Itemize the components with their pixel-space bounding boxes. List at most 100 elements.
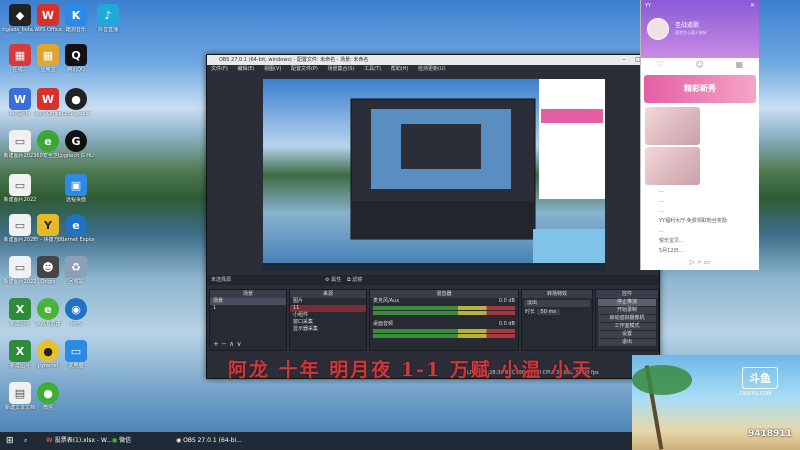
source-item[interactable]: 11 (290, 305, 366, 312)
window-title: OBS 27.0.1 (64-bit, windows) - 配置文件: 未命名… (219, 57, 369, 63)
list-item[interactable]: 悦乐宝贝... (641, 236, 759, 246)
search-icon[interactable]: ⌕ (24, 432, 27, 450)
search-icon[interactable]: ⌕ (697, 258, 701, 266)
avatar[interactable] (647, 18, 669, 40)
taskbar-item[interactable]: W 投票表(1).xlsx - W... (46, 432, 112, 450)
transition-select[interactable]: 淡出 (524, 300, 590, 307)
source-toolbar: 未选择源 ⚙ 属性 ⧉ 滤镜 (207, 275, 659, 285)
app-icon: ◆ (9, 4, 31, 26)
menu-tools[interactable]: 工具(T) (364, 66, 381, 72)
play-icon[interactable]: ▷ (690, 258, 695, 266)
remote-desktop-icon: ▣ (65, 174, 87, 196)
transitions-dock: 转场特效 淡出 时长 50 ms (521, 289, 593, 351)
grid-icon[interactable]: ▦ (736, 58, 744, 72)
game-icon: ● (37, 340, 59, 362)
excel-icon: X (9, 298, 31, 320)
file-icon: ▭ (9, 256, 31, 278)
stream-overlay-text: 阿龙 十年 明月夜 1-1 万赋 小温 小天 (228, 359, 594, 381)
windows-start-icon[interactable]: ⊞ (6, 432, 14, 450)
add-scene-icon[interactable]: + − ∧ ∨ (213, 340, 242, 348)
sources-dock: 来源 图片 11 小组件 窗口采集 显示器采集 (289, 289, 367, 351)
menu-edit[interactable]: 编辑(E) (237, 66, 254, 72)
user-status: 愿余生心愿人安好 (675, 30, 707, 35)
volume-meter (373, 306, 515, 310)
studio-mode-button[interactable]: 工作室模式 (598, 323, 656, 330)
user-icon[interactable]: ☺ (696, 58, 704, 72)
browser-icon: e (37, 298, 59, 320)
menu-help[interactable]: 帮助(H) (391, 66, 409, 72)
wps-icon: W (37, 4, 59, 26)
stop-streaming-button[interactable]: 停止推流 (598, 299, 656, 306)
minimize-icon[interactable]: – (617, 55, 631, 65)
source-item[interactable]: 图片 (290, 298, 366, 305)
desktop-icon[interactable]: ● OBS Studio (58, 88, 94, 117)
taskbar-item[interactable]: ◉ OBS 27.0.1 (64-bi... (176, 432, 242, 450)
scene-item[interactable]: 1 (210, 305, 286, 312)
menu-scene-collection[interactable]: 场景集合(S) (327, 66, 354, 72)
desktop-icon[interactable]: eInternet Explorer (58, 214, 94, 243)
audio-mixer-dock: 混音器 麦克风/Aux 0.0 dB 桌面音频 0.0 dB (369, 289, 519, 351)
origin-icon: ☻ (37, 256, 59, 278)
menu-file[interactable]: 文件(F) (211, 66, 228, 72)
taskbar-item[interactable]: ● 微信 (112, 432, 131, 450)
list-item[interactable]: ... (641, 196, 759, 206)
live-thumbnail[interactable] (645, 147, 700, 185)
mixer-channel-name: 麦克风/Aux 0.0 dB (373, 298, 515, 304)
list-item[interactable]: YY福利大厅-免费领取粉丝奖励 (641, 216, 759, 226)
desktop-icon[interactable]: ♪ 抖音直播 (90, 4, 126, 33)
list-item[interactable]: ... (641, 186, 759, 196)
source-item[interactable]: 小组件 (290, 312, 366, 319)
yy-label: YY (645, 3, 652, 9)
obs-window[interactable]: OBS 27.0.1 (64-bit, windows) - 配置文件: 未命名… (206, 54, 660, 379)
douyu-corner-image: 斗鱼 DOUYU.COM 9418911 (632, 355, 800, 450)
volume-meter (373, 311, 515, 315)
file-icon: ▭ (9, 214, 31, 236)
window-icon[interactable]: ▭ (704, 258, 711, 266)
desktop-icon[interactable]: ◉ 网络 (58, 298, 94, 327)
menu-check-update[interactable]: 检测更新(U) (418, 66, 446, 72)
ie-icon: e (65, 214, 87, 236)
desktop-icon[interactable]: ▭ 此电脑 (58, 340, 94, 369)
start-recording-button[interactable]: 开始录制 (598, 307, 656, 314)
dock-title: 来源 (290, 290, 366, 298)
desktop-icon[interactable]: ● 微信 (30, 382, 66, 411)
yy-bottom-toolbar: ▷ ⌕ ▭ (641, 258, 759, 267)
app-icon: ▦ (9, 44, 31, 66)
promo-banner[interactable]: 精彩新秀 (644, 75, 756, 103)
live-thumbnails (644, 106, 756, 186)
obs-titlebar[interactable]: OBS 27.0.1 (64-bit, windows) - 配置文件: 未命名… (207, 55, 659, 65)
desktop-icon[interactable]: G Logitech G HUB (58, 130, 94, 159)
obs-icon: ● (65, 88, 87, 110)
menu-profile[interactable]: 配置文件(P) (291, 66, 318, 72)
computer-icon: ▭ (65, 340, 87, 362)
desktop-icon[interactable]: ♻ 回收站 (58, 256, 94, 285)
desktop-icon[interactable]: ▭ 新建图片2022 (2, 174, 38, 203)
properties-button[interactable]: ⚙ 属性 (325, 275, 341, 285)
wps-icon: W (37, 88, 59, 110)
yy-panel[interactable]: YY ✕ 圣战道歌 愿余生心愿人安好 ♡ ☺ ▦ 精彩新秀 ... ... ..… (640, 0, 759, 270)
duration-input[interactable]: 50 ms (536, 309, 561, 315)
filters-button[interactable]: ⧉ 滤镜 (347, 275, 362, 285)
file-icon: ▭ (9, 174, 31, 196)
list-item[interactable]: ... (641, 206, 759, 216)
source-item[interactable]: 窗口采集 (290, 319, 366, 326)
douyu-site: DOUYU.COM (740, 391, 772, 397)
wps-icon: W (46, 437, 55, 444)
close-icon[interactable]: ✕ (750, 2, 755, 9)
desktop-icon[interactable]: Q 腾讯QQ (58, 44, 94, 73)
scene-item[interactable]: 场景 (210, 298, 286, 305)
live-thumbnail[interactable] (645, 107, 700, 145)
list-item[interactable]: 5月12日... (641, 246, 759, 256)
menu-view[interactable]: 视图(V) (264, 66, 281, 72)
source-item[interactable]: 显示器采集 (290, 326, 366, 333)
exit-button[interactable]: 退出 (598, 339, 656, 346)
obs-preview[interactable] (263, 79, 605, 271)
network-icon: ◉ (65, 298, 87, 320)
list-item[interactable]: ... (641, 226, 759, 236)
preview-capture (263, 79, 605, 271)
virtual-camera-button[interactable]: 启动虚拟摄像机 (598, 315, 656, 322)
desktop-icon[interactable]: ▣ 远程桌面 (58, 174, 94, 203)
desktop-icon[interactable]: K 酷狗音乐 (58, 4, 94, 33)
heart-icon[interactable]: ♡ (657, 58, 664, 72)
settings-button[interactable]: 设置 (598, 331, 656, 338)
